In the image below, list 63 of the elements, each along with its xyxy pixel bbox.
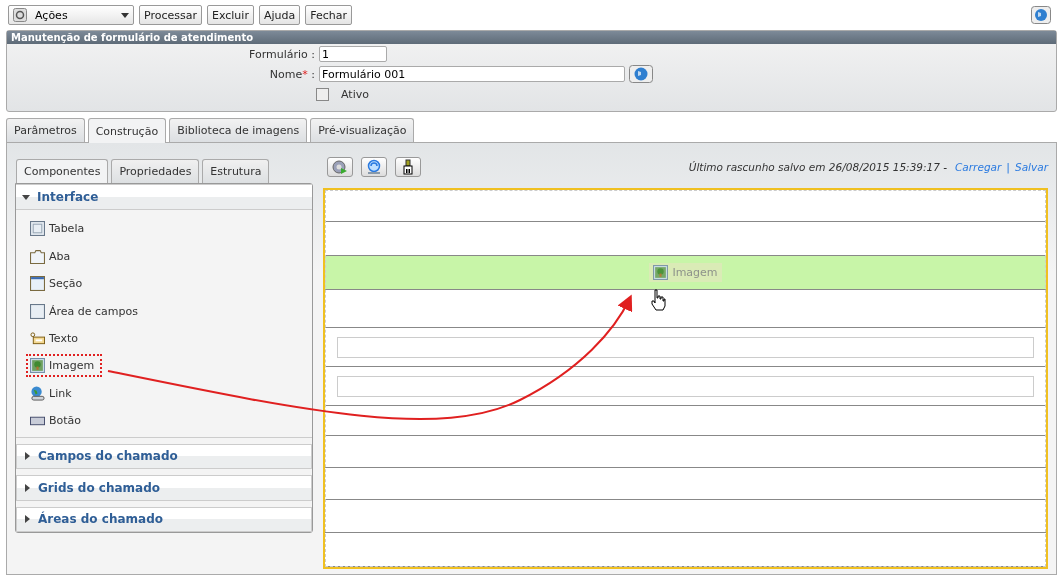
field-label: Formulário xyxy=(249,47,308,61)
input-field[interactable] xyxy=(337,336,1034,358)
actions-dropdown[interactable]: Ações xyxy=(8,5,134,25)
label-separator: : xyxy=(311,67,315,81)
draft-status: Último rascunho salvo em 26/08/2015 15:39:17 - xyxy=(688,161,947,173)
folder-icon xyxy=(30,248,45,264)
component-item[interactable]: Tabela xyxy=(26,217,93,241)
run-settings-button[interactable] xyxy=(327,157,353,177)
refresh-button[interactable] xyxy=(361,157,387,177)
component-item[interactable]: Aba xyxy=(26,244,79,268)
accordion-header[interactable]: Interface xyxy=(16,184,312,210)
component-item[interactable]: Link xyxy=(26,381,80,405)
gear-icon xyxy=(13,8,27,22)
panel-title: Manutenção de formulário de atendimento xyxy=(7,31,1056,44)
text-field[interactable]: Formulário 001 xyxy=(319,66,625,82)
dragged-component: Imagem xyxy=(649,263,722,282)
checkbox-label: Ativo xyxy=(341,87,369,101)
table-icon xyxy=(30,221,45,237)
toolbar-button[interactable]: Ajuda xyxy=(258,5,301,25)
triangle-right-icon xyxy=(23,452,31,461)
caret-icon xyxy=(121,12,129,18)
component-item[interactable]: Botão xyxy=(26,409,90,432)
required-mark: * xyxy=(302,67,308,81)
label-separator: : xyxy=(311,47,315,61)
accordion-header[interactable]: Grids do chamado xyxy=(16,475,312,501)
tab[interactable]: Componentes xyxy=(16,159,109,183)
accordion-header[interactable]: Campos do chamado xyxy=(16,443,312,469)
tab[interactable]: Propriedades xyxy=(111,159,200,183)
component-item[interactable]: Área de campos xyxy=(26,299,146,323)
tab[interactable]: Pré-visualização xyxy=(310,118,415,142)
brush-button[interactable] xyxy=(395,157,421,177)
gear-icon xyxy=(331,159,349,175)
tab[interactable]: Biblioteca de imagens xyxy=(169,118,308,142)
triangle-down-icon xyxy=(22,192,30,201)
tab[interactable]: Estrutura xyxy=(202,159,270,183)
component-item[interactable]: Imagem xyxy=(26,354,103,378)
tab[interactable]: Parâmetros xyxy=(6,118,85,142)
text-field-icon xyxy=(30,330,45,346)
input-field[interactable] xyxy=(337,375,1034,397)
globe-link-icon xyxy=(30,385,45,401)
toolbar-button[interactable]: Excluir xyxy=(207,5,254,25)
text-field[interactable]: 1 xyxy=(319,46,387,62)
square-icon xyxy=(30,303,45,319)
link-separator: | xyxy=(1006,160,1010,174)
accordion-header[interactable]: Áreas do chamado xyxy=(16,506,312,532)
image-icon xyxy=(653,265,669,280)
component-item[interactable]: Seção xyxy=(26,272,91,296)
image-icon xyxy=(30,358,45,374)
checkbox[interactable] xyxy=(316,87,329,101)
field-label: Nome xyxy=(269,67,303,81)
toolbar-button[interactable]: Processar xyxy=(139,5,202,25)
hand-cursor-icon xyxy=(650,289,666,311)
window-icon xyxy=(30,276,45,292)
triangle-right-icon xyxy=(23,515,31,524)
toolbar-button[interactable]: Fechar xyxy=(305,5,352,25)
load-link[interactable]: Carregar xyxy=(955,161,1002,173)
tab[interactable]: Construção xyxy=(87,118,167,143)
globe-icon[interactable] xyxy=(629,65,653,83)
refresh-icon xyxy=(365,159,383,175)
globe-icon[interactable] xyxy=(1031,6,1051,24)
component-item[interactable]: Texto xyxy=(26,327,86,350)
save-link[interactable]: Salvar xyxy=(1015,161,1048,173)
triangle-right-icon xyxy=(23,483,31,492)
